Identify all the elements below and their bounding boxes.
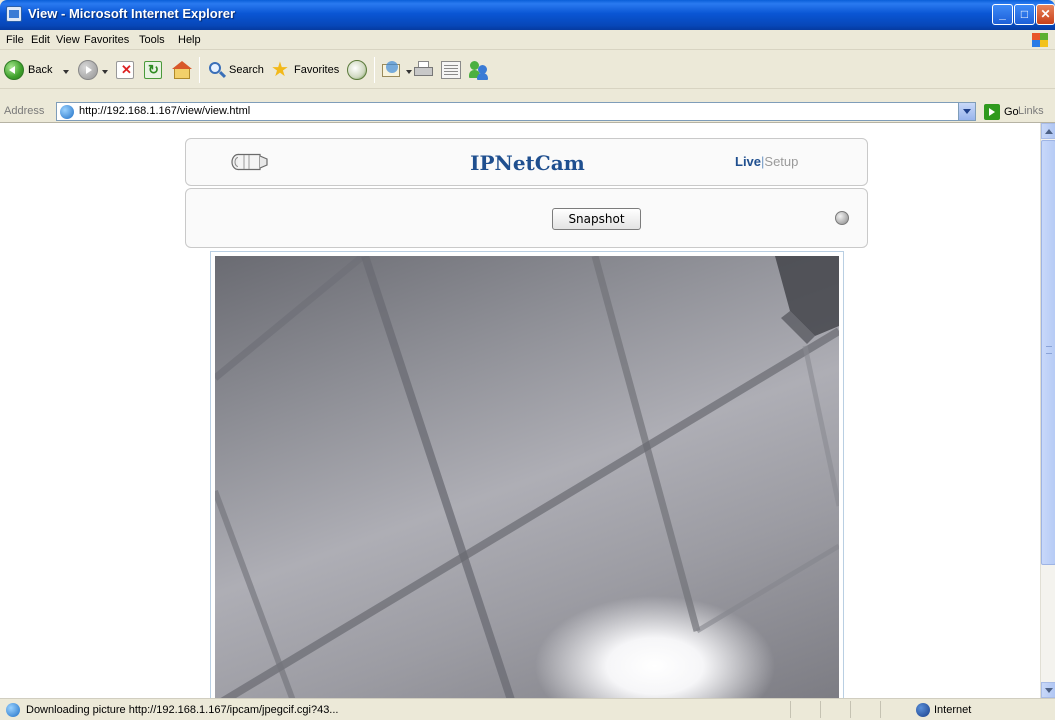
address-label: Address bbox=[4, 105, 45, 117]
camera-header-panel: IPNetCam Live|Setup bbox=[185, 138, 868, 186]
mail-dropdown-icon[interactable] bbox=[406, 70, 412, 74]
address-input[interactable]: http://192.168.1.167/view/view.html bbox=[56, 102, 976, 121]
menu-file[interactable]: File bbox=[6, 34, 24, 46]
menu-edit[interactable]: Edit bbox=[31, 34, 50, 46]
favorites-star-icon[interactable]: ★ bbox=[271, 59, 289, 81]
favorites-button-label[interactable]: Favorites bbox=[294, 59, 339, 81]
windows-logo-icon bbox=[1031, 32, 1049, 48]
menu-tools[interactable]: Tools bbox=[139, 34, 165, 46]
toolbar-separator bbox=[374, 57, 375, 83]
mail-icon[interactable] bbox=[382, 61, 404, 79]
scroll-up-icon[interactable] bbox=[1041, 123, 1055, 139]
go-label: Go bbox=[1004, 106, 1019, 118]
ie-window-icon[interactable] bbox=[6, 6, 22, 22]
toolbar-separator bbox=[199, 57, 200, 83]
status-pane bbox=[820, 701, 848, 718]
status-indicator-icon bbox=[835, 211, 849, 225]
view-nav: Live|Setup bbox=[735, 154, 798, 169]
messenger-icon[interactable] bbox=[468, 59, 490, 81]
forward-arrow-icon[interactable] bbox=[78, 60, 98, 80]
refresh-icon[interactable]: ↻ bbox=[144, 61, 162, 79]
title-bar[interactable]: View - Microsoft Internet Explorer _ □ ✕ bbox=[0, 0, 1055, 30]
print-icon[interactable] bbox=[414, 61, 434, 79]
menu-bar: File Edit View Favorites Tools Help bbox=[0, 30, 1055, 50]
standard-toolbar: Back ✕ ↻ Search ★ Favorites bbox=[0, 51, 1055, 89]
status-pane bbox=[850, 701, 878, 718]
close-button[interactable]: ✕ bbox=[1036, 4, 1055, 25]
history-icon[interactable] bbox=[347, 60, 367, 80]
status-bar: Downloading picture http://192.168.1.167… bbox=[0, 698, 1055, 720]
back-arrow-icon[interactable] bbox=[4, 60, 24, 80]
home-icon[interactable] bbox=[171, 60, 193, 80]
page-icon bbox=[60, 105, 74, 119]
address-url[interactable]: http://192.168.1.167/view/view.html bbox=[79, 105, 250, 117]
search-button-label[interactable]: Search bbox=[229, 59, 264, 81]
forward-dropdown-icon[interactable] bbox=[102, 70, 108, 74]
internet-zone-icon bbox=[916, 703, 930, 717]
minimize-button[interactable]: _ bbox=[992, 4, 1013, 25]
status-pane bbox=[880, 701, 908, 718]
go-button[interactable]: Go bbox=[984, 103, 1019, 121]
camera-live-image[interactable] bbox=[215, 256, 839, 698]
address-bar: Address http://192.168.1.167/view/view.h… bbox=[0, 101, 1055, 123]
scroll-thumb[interactable] bbox=[1041, 140, 1055, 565]
snapshot-button[interactable]: Snapshot bbox=[552, 208, 641, 230]
page-viewport: IPNetCam Live|Setup Snapshot bbox=[0, 123, 1040, 698]
nav-live-link[interactable]: Live bbox=[735, 154, 761, 169]
scroll-grip bbox=[1046, 346, 1052, 354]
menu-view[interactable]: View bbox=[56, 34, 80, 46]
status-pane bbox=[790, 701, 818, 718]
stop-icon[interactable]: ✕ bbox=[116, 61, 134, 79]
edit-icon[interactable] bbox=[441, 61, 461, 79]
menu-help[interactable]: Help bbox=[178, 34, 201, 46]
camera-controls-panel: Snapshot bbox=[185, 188, 868, 248]
live-video-frame bbox=[210, 251, 844, 698]
links-button[interactable]: Links bbox=[1018, 105, 1044, 117]
maximize-button[interactable]: □ bbox=[1014, 4, 1035, 25]
back-button-label[interactable]: Back bbox=[28, 59, 52, 81]
go-arrow-icon bbox=[984, 104, 1000, 121]
search-icon[interactable] bbox=[207, 61, 227, 81]
window-title: View - Microsoft Internet Explorer bbox=[28, 6, 236, 21]
nav-setup-link[interactable]: Setup bbox=[764, 154, 798, 169]
vertical-scrollbar[interactable] bbox=[1040, 123, 1055, 698]
back-dropdown-icon[interactable] bbox=[63, 70, 69, 74]
browser-window: View - Microsoft Internet Explorer _ □ ✕… bbox=[0, 0, 1055, 720]
loading-page-icon bbox=[6, 703, 20, 717]
security-zone-label: Internet bbox=[934, 704, 972, 716]
scroll-down-icon[interactable] bbox=[1041, 682, 1055, 698]
address-dropdown-icon[interactable] bbox=[958, 103, 975, 120]
status-text: Downloading picture http://192.168.1.167… bbox=[26, 704, 339, 716]
menu-favorites[interactable]: Favorites bbox=[84, 34, 129, 46]
